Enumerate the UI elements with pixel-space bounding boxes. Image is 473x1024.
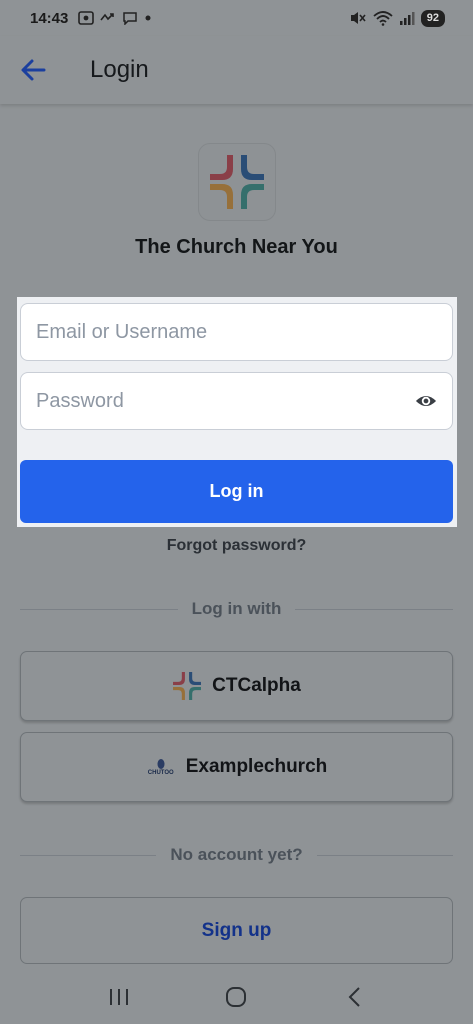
eye-icon[interactable] <box>415 390 437 412</box>
login-button[interactable]: Log in <box>20 460 453 523</box>
email-input[interactable] <box>36 320 437 344</box>
page-title: Login <box>90 56 149 83</box>
divider-line <box>295 608 454 610</box>
no-account-divider: No account yet? <box>20 843 453 867</box>
chutoo-mark-icon <box>157 759 165 769</box>
church-name: The Church Near You <box>135 236 338 258</box>
screenshot-icon <box>78 11 95 25</box>
forgot-password-link[interactable]: Forgot password? <box>0 537 473 555</box>
chutoo-logo-text: CHUTOO <box>147 770 174 776</box>
back-button[interactable] <box>339 982 369 1012</box>
provider-label: CTCalpha <box>212 675 301 696</box>
wifi-icon <box>373 11 393 26</box>
message-icon <box>123 12 138 25</box>
arrow-left-icon[interactable] <box>18 55 48 85</box>
ctcalpha-login-button[interactable]: CTCalpha <box>20 651 453 721</box>
status-bar: 14:43 92 <box>0 0 473 36</box>
system-nav-bar <box>0 970 473 1024</box>
chutoo-logo: CHUTOO <box>146 752 176 782</box>
status-time: 14:43 <box>30 9 69 27</box>
ctcalpha-logo <box>173 672 202 700</box>
home-icon <box>226 987 247 1007</box>
divider-line <box>20 854 157 856</box>
examplechurch-login-button[interactable]: CHUTOO Examplechurch <box>20 732 453 802</box>
home-button[interactable] <box>221 982 251 1012</box>
signal-icon <box>399 12 415 25</box>
login-form: Log in <box>17 297 457 527</box>
recents-button[interactable] <box>104 982 134 1012</box>
recents-icon <box>109 989 128 1005</box>
email-field-container <box>20 303 453 361</box>
mute-icon <box>350 12 366 24</box>
signup-button[interactable]: Sign up <box>20 897 453 964</box>
status-system-icons: 92 <box>349 9 445 27</box>
status-notification-icons <box>78 11 152 25</box>
password-field-container <box>20 372 453 430</box>
provider-label: Examplechurch <box>185 756 328 777</box>
church-logo <box>198 143 276 221</box>
dot-icon <box>145 15 151 21</box>
login-with-label: Log in with <box>191 599 282 618</box>
no-account-label: No account yet? <box>170 845 303 864</box>
app-bar: Login <box>0 36 473 104</box>
divider-line <box>316 854 453 856</box>
church-cross-logo <box>210 155 264 209</box>
login-with-divider: Log in with <box>20 597 454 621</box>
password-input[interactable] <box>36 389 415 413</box>
back-icon <box>348 987 360 1007</box>
divider-line <box>20 608 178 610</box>
battery-level: 92 <box>420 9 445 27</box>
missed-call-icon <box>100 13 115 21</box>
